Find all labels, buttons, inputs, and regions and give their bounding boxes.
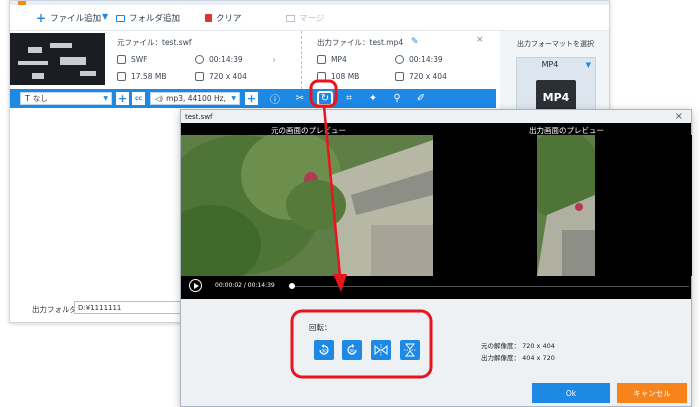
rotate-label: 回転： (309, 323, 332, 332)
flip-vertical-icon (404, 343, 416, 357)
output-preview-image (537, 135, 595, 276)
svg-text:90: 90 (321, 349, 327, 354)
ok-button[interactable]: Ok (532, 383, 610, 403)
resolution-icon (195, 72, 204, 81)
rotate-right-90-icon: 90 (347, 344, 357, 355)
rotate-icon[interactable]: ↻ (317, 91, 333, 106)
folder-icon (117, 72, 126, 81)
original-preview (181, 135, 433, 276)
chevron-down-icon: ▼ (102, 12, 109, 21)
toolbar: + ファイル追加 ▼ フォルダ追加 クリア マージ (10, 10, 609, 30)
add-file-button[interactable]: + ファイル追加 (36, 12, 101, 24)
folder-icon (116, 14, 125, 22)
rotate-left-button[interactable]: 90 (314, 340, 334, 360)
plus-icon: + (36, 11, 47, 25)
merge-icon (286, 14, 295, 22)
clock-icon (195, 55, 204, 64)
output-folder-field[interactable]: D:¥1111111 (74, 301, 184, 314)
source-format: SWF (117, 55, 148, 64)
chevron-down-icon: ▼ (231, 95, 236, 102)
output-preview (439, 135, 692, 276)
rotate-dialog: test.swf × 元の画面のプレビュー 出力画面のプレビュー 00:00:0… (180, 109, 692, 407)
flip-vertical-button[interactable] (400, 340, 420, 360)
title-strip (10, 1, 609, 5)
add-subtitle-button[interactable]: + (116, 92, 129, 105)
playback-slider[interactable] (291, 286, 689, 287)
flip-horizontal-button[interactable] (371, 340, 391, 360)
svg-text:90: 90 (349, 349, 355, 354)
scissors-icon[interactable]: ✂ (293, 92, 307, 105)
playback-slider-handle[interactable] (288, 283, 295, 289)
output-size: 108 MB (317, 72, 359, 81)
effects-icon[interactable]: ✦ (366, 92, 380, 105)
watermark-icon[interactable]: ⚲ (390, 92, 404, 105)
source-resolution: 720 x 404 (195, 72, 247, 81)
source-file-name: 元ファイル：test.swf (117, 38, 192, 47)
add-file-dropdown[interactable]: ▼ (102, 12, 108, 21)
video-thumbnail (10, 33, 105, 85)
chevron-down-icon: ▼ (103, 95, 108, 102)
original-preview-image (181, 135, 433, 276)
original-resolution: 元の解像度： 720 x 404 (481, 342, 555, 350)
arrow-right-icon: › (272, 55, 276, 66)
source-size: 17.58 MB (117, 72, 166, 81)
play-icon[interactable] (189, 279, 202, 292)
clock-icon (395, 55, 404, 64)
edit-toolbar: T なし ▼ + cc ◁) mp3, 44100 Hz, ▼ + ⓘ ✂ ↻ … (10, 89, 496, 108)
file-format-icon (317, 55, 326, 64)
output-duration: 00:14:39 (395, 55, 443, 64)
edit-subtitle-icon[interactable]: ✐ (414, 92, 428, 105)
close-icon[interactable]: × (476, 35, 484, 45)
time-readout: 00:00:02 / 00:14:39 (215, 282, 275, 289)
close-icon[interactable]: × (675, 111, 683, 122)
add-audio-button[interactable]: + (245, 92, 258, 105)
resolution-icon (395, 72, 404, 81)
app-logo (18, 1, 26, 5)
output-format-title: 出力フォーマットを選択 (517, 40, 594, 48)
output-format-label: MP4 (541, 60, 559, 69)
trash-icon (205, 14, 212, 22)
rotate-left-90-icon: 90 (319, 344, 329, 355)
pencil-icon[interactable]: ✎ (411, 37, 419, 47)
flip-horizontal-icon (374, 344, 388, 356)
add-folder-button[interactable]: フォルダ追加 (116, 12, 180, 24)
merge-button[interactable]: マージ (286, 12, 324, 24)
preview-area: 元の画面のプレビュー 出力画面のプレビュー 00:00:02 / 00:14:3… (181, 123, 692, 299)
output-format: MP4 (317, 55, 347, 64)
file-format-icon (117, 55, 126, 64)
audio-track-select[interactable]: ◁) mp3, 44100 Hz, ▼ (150, 92, 240, 105)
speaker-icon: ◁) (155, 94, 164, 103)
rotate-right-button[interactable]: 90 (342, 340, 362, 360)
crop-icon[interactable]: ⌗ (342, 92, 356, 105)
clear-button[interactable]: クリア (205, 12, 242, 24)
source-duration: 00:14:39 (195, 55, 243, 64)
divider (272, 31, 302, 89)
info-icon[interactable]: ⓘ (268, 92, 282, 106)
text-icon: T (25, 94, 30, 103)
chevron-down-icon: ▼ (585, 61, 591, 69)
output-resolution: 出力解像度： 404 x 720 (481, 354, 555, 362)
subtitle-select[interactable]: T なし ▼ (20, 92, 112, 105)
dialog-title: test.swf (185, 113, 213, 121)
output-file-name: 出力ファイル：test.mp4 (317, 38, 404, 47)
folder-icon (317, 72, 326, 81)
cc-icon[interactable]: cc (132, 92, 145, 105)
output-resolution: 720 x 404 (395, 72, 447, 81)
cancel-button[interactable]: キャンセル (617, 383, 687, 403)
